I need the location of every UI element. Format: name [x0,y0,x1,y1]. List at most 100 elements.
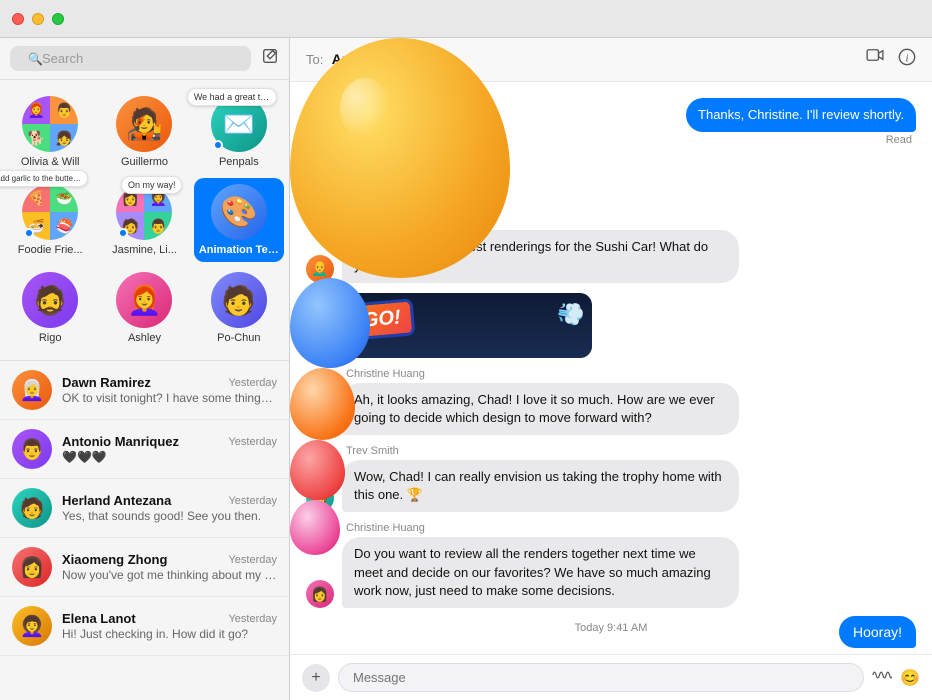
search-placeholder: Search [42,51,83,66]
sender-name-trev-2: Trev Smith [346,445,916,457]
message-group-christine-1: Christine Huang 👩 Ah, it looks amazing, … [306,368,916,435]
pinned-name-rigo: Rigo [39,332,62,344]
pinned-item-guillermo[interactable]: 🧑‍🎤 Guillermo [99,90,189,174]
add-attachment-button[interactable]: + [302,664,330,692]
chat-area: To: Animation Team i [290,38,932,700]
minimize-button[interactable] [32,13,44,25]
conversation-list: 👩‍🦳 Dawn Ramirez Yesterday OK to visit t… [0,361,289,700]
conv-content-herland: Herland Antezana Yesterday Yes, that sou… [62,493,277,523]
conv-name-antonio: Antonio Manriquez [62,434,179,449]
conv-item-antonio[interactable]: 👨 Antonio Manriquez Yesterday 🖤🖤🖤 [0,420,289,479]
sidebar: 🔍 Search 👩‍🦰 � [0,38,290,700]
maximize-button[interactable] [52,13,64,25]
sender-name-christine-1: Christine Huang [346,368,916,380]
conv-item-herland[interactable]: 🧑 Herland Antezana Yesterday Yes, that s… [0,479,289,538]
msg-avatar-trev-2: 🧔 [306,484,334,512]
conv-content-antonio: Antonio Manriquez Yesterday 🖤🖤🖤 [62,434,277,464]
zoom-sticker: 💨 [555,299,587,329]
message-group-sent: Thanks, Christine. I'll review shortly. … [306,98,916,146]
pinned-item-penpals[interactable]: ✉️ We had a great time. Home with... Pen… [194,90,284,174]
conv-avatar-elena: 👩‍🦱 [12,606,52,646]
message-group-trev-2: Trev Smith 🧔 Wow, Chad! I can really env… [306,445,916,512]
message-row-christine-1: 👩 Ah, it looks amazing, Chad! I love it … [306,383,916,435]
pinned-name-guillermo: Guillermo [121,156,168,168]
conv-content-xiaomeng: Xiaomeng Zhong Yesterday Now you've got … [62,552,277,582]
close-button[interactable] [12,13,24,25]
bubble-chad: I just finished the latest renderings fo… [342,230,739,282]
pinned-grid: 👩‍🦰 👨 🐕 👧 Olivia & Will 🧑‍🎤 Guillermo [0,80,289,361]
msg-avatar-trev: 🧔 [306,177,334,205]
message-row-trev-2: 🧔 Wow, Chad! I can really envision us ta… [306,460,916,512]
input-bar: + 😊 [290,654,932,700]
conv-msg-xiaomeng: Now you've got me thinking about my next… [62,568,277,582]
msg-avatar-christine-2: 👩 [306,580,334,608]
pinned-item-po-chun[interactable]: 🧑 Po-Chun [194,266,284,350]
conv-name-dawn: Dawn Ramirez [62,375,151,390]
bubble-trev-2: Wow, Chad! I can really envision us taki… [342,460,739,512]
pinned-name-foodie: Foodie Frie... [18,244,83,256]
conv-name-elena: Elena Lanot [62,611,136,626]
message-row-chad: 👨‍🦲 I just finished the latest rendering… [306,230,916,282]
bubble-christine-1: Ah, it looks amazing, Chad! I love it so… [342,383,739,435]
pinned-item-foodie[interactable]: 🍕 🥗 🍜 🍣 Add garlic to the butter, and th… [5,178,95,262]
message-input[interactable] [338,663,864,692]
msg-avatar-christine: 👩 [306,407,334,435]
conv-msg-dawn: OK to visit tonight? I have some things … [62,391,277,405]
messages-container[interactable]: Thanks, Christine. I'll review shortly. … [290,82,932,654]
input-icons: 😊 [872,667,920,688]
emoji-icon[interactable]: 😊 [900,668,920,688]
search-icon: 🔍 [28,52,43,66]
foodie-unread [24,228,34,238]
conv-msg-herland: Yes, that sounds good! See you then. [62,509,277,523]
sushi-car-image: 🍣 GO! 💨 [342,293,592,358]
chat-to-name: Animation Team [332,51,440,67]
search-bar[interactable]: 🔍 Search [10,46,251,71]
conv-item-elena[interactable]: 👩‍🦱 Elena Lanot Yesterday Hi! Just check… [0,597,289,656]
message-row-trev-1: 🧔 Amazing! Go team! 👏 [306,171,916,205]
bubble-sent-1: Thanks, Christine. I'll review shortly. [686,98,916,132]
chat-header: To: Animation Team i [290,38,932,82]
conv-content-dawn: Dawn Ramirez Yesterday OK to visit tonig… [62,375,277,405]
title-bar [0,0,932,38]
go-sticker: GO! [349,298,416,340]
sender-name-chad: Chad Benjamin Potter [346,215,916,227]
pinned-name-jasmine: Jasmine, Li... [112,244,177,256]
conv-time-antonio: Yesterday [228,436,277,448]
chat-header-icons: i [866,48,916,71]
conv-msg-elena: Hi! Just checking in. How did it go? [62,627,277,641]
penpals-preview: We had a great time. Home with... [187,88,277,106]
conv-item-xiaomeng[interactable]: 👩 Xiaomeng Zhong Yesterday Now you've go… [0,538,289,597]
compose-icon[interactable] [261,47,279,70]
pinned-item-olivia-will[interactable]: 👩‍🦰 👨 🐕 👧 Olivia & Will [5,90,95,174]
pinned-name-ashley: Ashley [128,332,161,344]
message-row-sent-1: Thanks, Christine. I'll review shortly. [306,98,916,132]
info-icon[interactable]: i [898,48,916,71]
conv-msg-antonio: 🖤🖤🖤 [62,450,277,464]
conv-name-xiaomeng: Xiaomeng Zhong [62,552,167,567]
pinned-item-jasmine[interactable]: 👩 👩‍🦱 🧑 👨 On my way! Jasmine, Li... [99,178,189,262]
conv-avatar-antonio: 👨 [12,429,52,469]
bubble-trev-1: Amazing! Go team! 👏 [342,171,497,205]
pinned-item-animation-team[interactable]: 🎨 Animation Team [194,178,284,262]
jasmine-unread [118,228,128,238]
jasmine-preview: On my way! [121,176,183,194]
penpals-unread [213,140,223,150]
to-label: To: [306,52,323,67]
conv-avatar-xiaomeng: 👩 [12,547,52,587]
conv-time-herland: Yesterday [228,495,277,507]
chat-to-label: To: Animation Team [306,51,440,69]
read-receipt: Read [306,134,916,146]
message-group-chad: Chad Benjamin Potter 👨‍🦲 I just finished… [306,215,916,282]
timestamp-today: Today 9:41 AM [306,622,916,634]
conv-item-dawn[interactable]: 👩‍🦳 Dawn Ramirez Yesterday OK to visit t… [0,361,289,420]
video-call-icon[interactable] [866,48,884,71]
pinned-item-rigo[interactable]: 🧔 Rigo [5,266,95,350]
pinned-name-olivia-will: Olivia & Will [21,156,80,168]
conv-time-xiaomeng: Yesterday [228,554,277,566]
message-group-trev-1: Trev Smith 🧔 Amazing! Go team! 👏 [306,156,916,205]
app-body: 🔍 Search 👩‍🦰 � [0,38,932,700]
message-row-christine-2: 👩 Do you want to review all the renders … [306,537,916,608]
audio-wave-icon[interactable] [872,667,892,688]
pinned-item-ashley[interactable]: 👩‍🦰 Ashley [99,266,189,350]
pinned-name-penpals: Penpals [219,156,259,168]
